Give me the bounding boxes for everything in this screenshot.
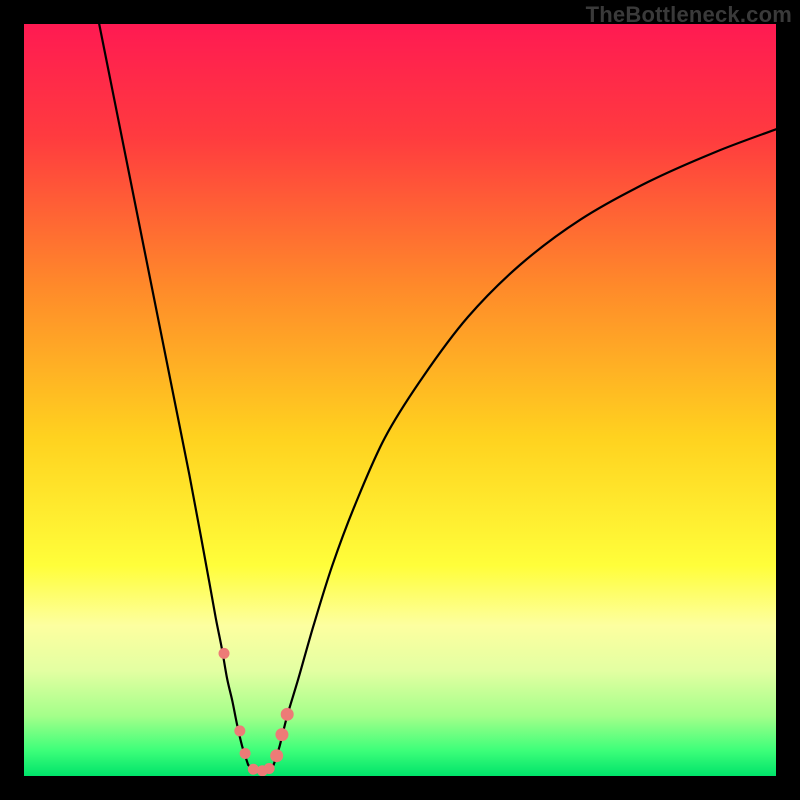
marker-right-low	[270, 749, 283, 762]
plot-area	[24, 24, 776, 776]
gradient-background	[24, 24, 776, 776]
marker-floor-c	[264, 763, 275, 774]
marker-left-high	[219, 648, 230, 659]
chart-svg	[24, 24, 776, 776]
marker-left-mid	[234, 725, 245, 736]
chart-frame: TheBottleneck.com	[0, 0, 800, 800]
marker-right-high	[281, 708, 294, 721]
watermark-label: TheBottleneck.com	[586, 2, 792, 28]
marker-left-low	[240, 748, 251, 759]
marker-right-mid	[275, 728, 288, 741]
